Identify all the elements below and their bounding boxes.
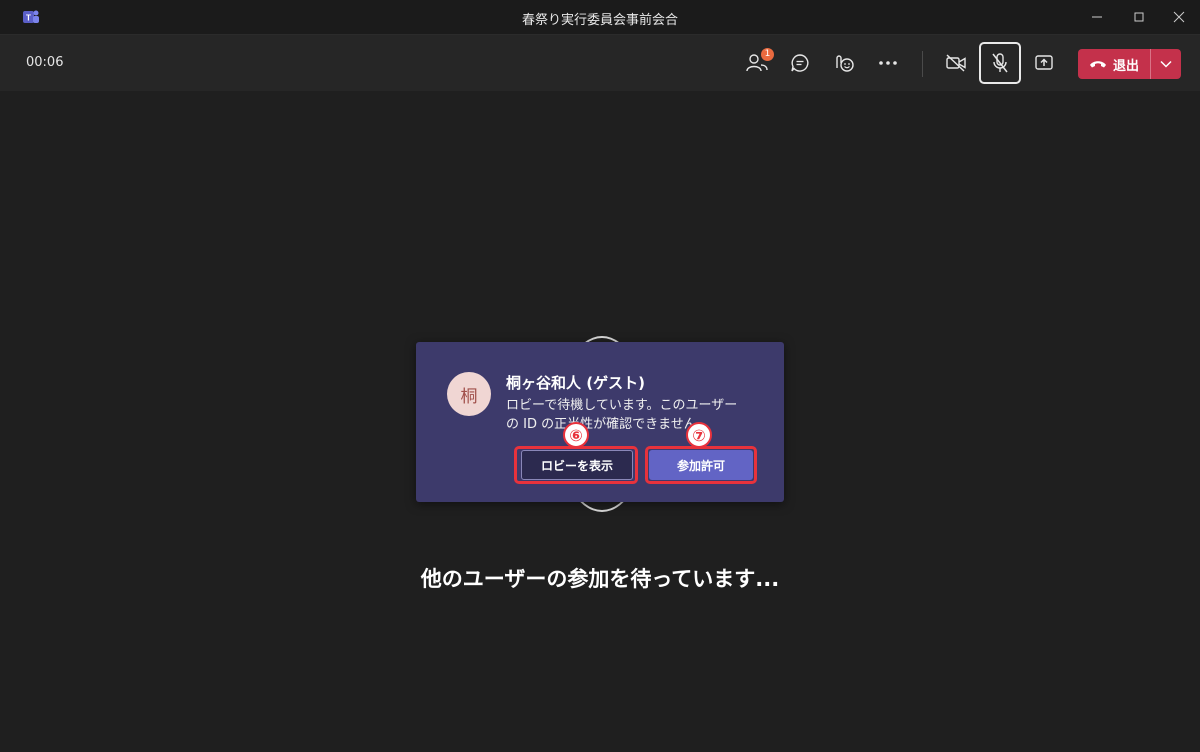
lobby-notification: 桐 桐ヶ谷和人 (ゲスト) ロビーで待機しています。このユーザー の ID の正… [416, 342, 784, 502]
reactions-icon [836, 55, 854, 72]
microphone-toggle-button[interactable] [979, 42, 1021, 84]
leave-options-button[interactable] [1151, 49, 1181, 79]
toolbar-divider [922, 51, 923, 77]
waiting-message: 他のユーザーの参加を待っています... [420, 567, 780, 591]
minimize-button[interactable] [1074, 4, 1120, 30]
share-screen-button[interactable] [1027, 47, 1061, 79]
avatar: 桐 [447, 372, 491, 416]
callout-highlight-view-lobby [514, 446, 638, 484]
step-marker-7: ⑦ [686, 422, 712, 448]
chat-button[interactable] [783, 47, 817, 79]
participants-badge: 1 [761, 48, 774, 61]
lobby-message-line1: ロビーで待機しています。このユーザー [506, 398, 738, 413]
share-icon [1035, 55, 1053, 70]
lobby-message-line2: の ID の正当性が確認できません。 [506, 417, 710, 432]
camera-off-icon [946, 54, 966, 72]
phone-icon [1089, 61, 1106, 68]
guest-name: 桐ヶ谷和人 (ゲスト) [506, 374, 645, 392]
more-options-button[interactable] [871, 47, 905, 79]
title-bar: T 春祭り実行委員会事前会合 [0, 0, 1200, 35]
reactions-button[interactable] [827, 47, 861, 79]
meeting-toolbar: 00:06 1 退出 [0, 35, 1200, 91]
camera-toggle-button[interactable] [939, 47, 973, 79]
lobby-message: ロビーで待機しています。このユーザー の ID の正当性が確認できません。 [506, 396, 761, 434]
call-timer: 00:06 [26, 55, 64, 70]
maximize-icon [1134, 12, 1144, 22]
chat-icon [791, 54, 809, 72]
close-window-button[interactable] [1156, 4, 1200, 30]
window-title: 春祭り実行委員会事前会合 [521, 13, 678, 28]
leave-label: 退出 [1112, 58, 1139, 74]
callout-highlight-admit [645, 446, 757, 484]
more-icon [879, 61, 897, 65]
participants-button[interactable]: 1 [740, 47, 774, 79]
leave-main-button[interactable]: 退出 [1078, 49, 1150, 79]
mic-off-icon [992, 53, 1008, 73]
chevron-down-icon [1160, 60, 1172, 68]
leave-separator [1150, 49, 1151, 79]
leave-button[interactable]: 退出 [1078, 49, 1181, 79]
close-icon [1173, 11, 1185, 23]
step-marker-6: ⑥ [563, 422, 589, 448]
minimize-icon [1092, 16, 1102, 18]
